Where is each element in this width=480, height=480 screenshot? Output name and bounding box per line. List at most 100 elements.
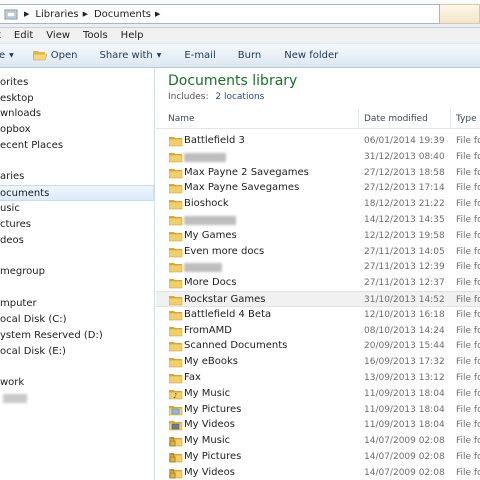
file-name: My Music [184, 435, 231, 447]
nav-documents[interactable]: ocuments [0, 185, 154, 201]
menu-view[interactable]: View [46, 30, 70, 41]
column-header-name[interactable]: Name [168, 114, 195, 124]
file-list-pane[interactable]: Documents library Includes: 2 locations … [156, 69, 480, 480]
file-row[interactable]: Battlefield 4 Beta 12/10/2013 16:18 File f… [156, 307, 480, 323]
file-date-modified: 12/10/2013 16:18 [364, 309, 445, 320]
file-row[interactable]: Max Payne 2 Savegames 27/12/2013 18:58 Fil… [156, 165, 480, 181]
organize-button[interactable]: e ▼ [0, 50, 14, 61]
nav-recent-places[interactable]: ecent Places [0, 138, 154, 154]
nav-videos[interactable]: deos [0, 233, 154, 249]
file-type: File fo [456, 436, 480, 447]
nav-network-computer[interactable] [0, 391, 154, 407]
column-header-type[interactable]: Type [456, 114, 477, 124]
column-header-date[interactable]: Date modified [364, 114, 428, 124]
folder-icon [168, 230, 183, 242]
svg-text:♪: ♪ [173, 392, 177, 400]
file-row[interactable]: My eBooks 16/09/2013 17:32 File fo [156, 354, 480, 370]
file-row[interactable]: 27/11/2013 12:39 File fo [156, 259, 480, 275]
share-with-button[interactable]: Share with ▼ [100, 50, 162, 61]
folder-icon [168, 261, 183, 273]
file-row[interactable]: Max Payne Savegames 27/12/2013 17:14 File … [156, 180, 480, 196]
file-name: Bioshock [184, 198, 229, 210]
file-name: FromAMD [184, 324, 232, 336]
file-row[interactable]: Battlefield 3 06/01/2014 19:39 File fo [156, 133, 480, 149]
menu-file[interactable]: t [0, 30, 1, 41]
email-button[interactable]: E-mail [184, 50, 215, 61]
file-type: File fo [456, 373, 480, 383]
column-divider[interactable] [450, 109, 451, 129]
file-type: File fo [456, 230, 480, 241]
file-date-modified: 13/09/2013 13:12 [364, 373, 445, 383]
file-type: File fo [456, 341, 480, 352]
breadcrumb-chevron-icon[interactable]: ▶ [83, 10, 88, 18]
folder-icon [168, 135, 183, 147]
organize-label: e [0, 50, 6, 61]
file-row[interactable]: My Music 14/07/2009 02:08 File fo [156, 433, 480, 449]
navigation-pane[interactable]: orites esktop wnloads opbox ecent Places… [0, 69, 155, 480]
locations-link[interactable]: 2 locations [215, 92, 264, 102]
breadcrumb-chevron-icon[interactable]: ▶ [24, 10, 29, 18]
folder-icon [168, 325, 183, 337]
videos-folder-icon [168, 419, 183, 431]
nav-favorites[interactable]: orites [0, 75, 154, 91]
nav-system-reserved-d[interactable]: ystem Reserved (D:) [0, 328, 154, 344]
file-row[interactable]: FromAMD 08/10/2013 14:24 File fo [156, 323, 480, 339]
breadcrumb-documents[interactable]: Documents [94, 9, 151, 20]
file-name: My eBooks [184, 356, 238, 368]
menu-tools[interactable]: Tools [83, 30, 108, 41]
folder-icon [168, 294, 183, 306]
file-date-modified: 06/01/2014 19:39 [364, 136, 445, 146]
nav-local-disk-c[interactable]: ocal Disk (C:) [0, 312, 154, 328]
address-box[interactable]: ▶ Libraries ▶ Documents ▶ [0, 4, 440, 24]
nav-label: megroup [0, 266, 45, 277]
file-type: File fo [456, 136, 480, 146]
redacted-text [3, 393, 27, 403]
file-row[interactable]: Scanned Documents 20/09/2013 15:44 File fo [156, 338, 480, 354]
nav-libraries[interactable]: aries [0, 169, 154, 185]
file-type: File fo [456, 199, 480, 210]
nav-music[interactable]: usic [0, 201, 154, 217]
folder-icon [168, 309, 183, 321]
file-row[interactable]: My Pictures 11/09/2013 18:04 File fo [156, 402, 480, 418]
file-row[interactable]: My Pictures 14/07/2009 02:08 File fo [156, 449, 480, 465]
file-type: File fo [456, 452, 480, 462]
libraries-icon [2, 7, 20, 21]
menu-help[interactable]: Help [121, 30, 144, 41]
nav-dropbox[interactable]: opbox [0, 122, 154, 138]
music-folder-icon: ♪ [168, 388, 183, 400]
file-date-modified: 11/09/2013 18:04 [364, 420, 445, 431]
nav-network[interactable]: work [0, 375, 154, 391]
address-dropdown-area[interactable] [440, 4, 480, 24]
file-date-modified: 14/07/2009 02:08 [364, 436, 445, 447]
file-row[interactable]: 31/12/2013 08:40 File fo [156, 149, 480, 165]
nav-desktop[interactable]: esktop [0, 91, 154, 107]
file-row[interactable]: My Videos 14/07/2009 02:08 File fo [156, 465, 480, 480]
file-row[interactable]: Even more docs 27/11/2013 14:05 File fo [156, 244, 480, 260]
column-divider[interactable] [358, 109, 359, 129]
file-row[interactable]: My Videos 11/09/2013 18:04 File fo [156, 417, 480, 433]
open-button[interactable]: Open [32, 50, 78, 61]
file-row[interactable]: Fax 13/09/2013 13:12 File fo [156, 370, 480, 386]
file-row[interactable]: More Docs 27/11/2013 12:37 File fo [156, 275, 480, 291]
nav-pictures[interactable]: ctures [0, 217, 154, 233]
burn-button[interactable]: Burn [238, 50, 261, 61]
file-row[interactable]: 14/12/2013 14:35 File fo [156, 212, 480, 228]
file-name: My Pictures [184, 403, 242, 415]
nav-homegroup[interactable]: megroup [0, 264, 154, 280]
file-date-modified: 12/12/2013 19:58 [364, 230, 445, 241]
new-folder-button[interactable]: New folder [284, 50, 338, 61]
nav-computer[interactable]: mputer [0, 296, 154, 312]
nav-label: wnloads [0, 108, 42, 119]
file-row[interactable]: Rockstar Games 31/10/2013 14:52 File fo [156, 291, 480, 307]
breadcrumb-libraries[interactable]: Libraries [35, 9, 78, 20]
file-row[interactable]: My Games 12/12/2013 19:58 File fo [156, 228, 480, 244]
file-row[interactable]: ♪ My Music 11/09/2013 18:04 File fo [156, 386, 480, 402]
file-type: File fo [456, 151, 480, 162]
file-date-modified: 27/12/2013 17:14 [364, 183, 445, 194]
menu-edit[interactable]: Edit [14, 30, 33, 41]
file-row[interactable]: Bioshock 18/12/2013 21:22 File fo [156, 196, 480, 212]
breadcrumb-chevron-icon[interactable]: ▶ [155, 10, 160, 18]
nav-downloads[interactable]: wnloads [0, 106, 154, 122]
nav-local-disk-e[interactable]: ocal Disk (E:) [0, 344, 154, 360]
includes-label: Includes: [168, 92, 209, 102]
